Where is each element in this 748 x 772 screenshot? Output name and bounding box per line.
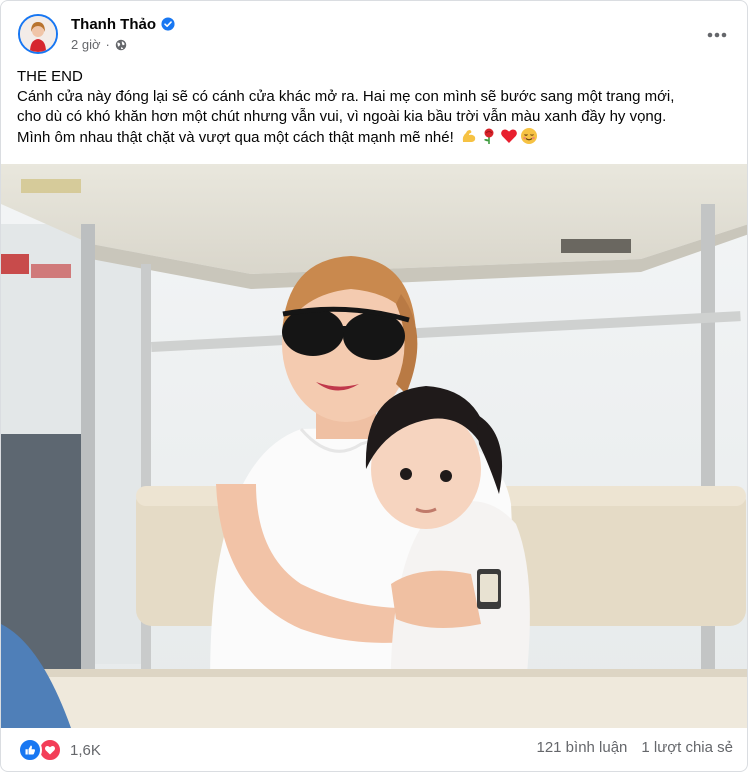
- globe-icon[interactable]: [115, 39, 127, 51]
- photo-mother-daughter: [1, 164, 747, 728]
- flexed-biceps-icon: [462, 130, 476, 142]
- facebook-post: Thanh Thảo 2 giờ · THE END Cánh cửa này …: [0, 0, 748, 772]
- more-dots-icon: [707, 32, 727, 38]
- caption-line: Cánh cửa này đóng lại sẽ có cánh cửa khá…: [17, 88, 675, 105]
- author-name-row: Thanh Thảo: [71, 14, 175, 34]
- post-meta: 2 giờ ·: [71, 37, 127, 52]
- shares-count[interactable]: 1 lượt chia sẻ: [641, 739, 733, 756]
- engagement-stats: 121 bình luận 1 lượt chia sẻ: [536, 739, 733, 756]
- post-time[interactable]: 2 giờ: [71, 37, 101, 52]
- post-photo[interactable]: [1, 164, 747, 728]
- reactions-summary[interactable]: 1,6K: [18, 738, 101, 762]
- caption-line-last: Mình ôm nhau thật chặt và vượt qua một c…: [17, 127, 737, 148]
- caption-line: cho dù có khó khăn hơn một chút nhưng vẫ…: [17, 108, 667, 125]
- author-avatar[interactable]: [18, 14, 58, 54]
- caption-title: THE END: [17, 68, 83, 85]
- avatar-image: [20, 16, 56, 52]
- caption-text: Mình ôm nhau thật chặt và vượt qua một c…: [17, 129, 454, 146]
- thumbs-up-icon: [25, 745, 35, 755]
- author-name[interactable]: Thanh Thảo: [71, 16, 156, 33]
- verified-badge-icon: [161, 17, 175, 31]
- relieved-face-icon: [520, 128, 537, 144]
- like-reaction-icon: [18, 738, 42, 762]
- rose-icon: [483, 128, 494, 144]
- heart-icon: [44, 745, 56, 755]
- post-caption: THE END Cánh cửa này đóng lại sẽ có cánh…: [17, 67, 737, 148]
- reaction-count[interactable]: 1,6K: [70, 742, 101, 759]
- meta-separator: ·: [105, 37, 110, 52]
- more-options-button[interactable]: [699, 17, 735, 53]
- post-footer: 1,6K 121 bình luận 1 lượt chia sẻ: [1, 728, 747, 771]
- comments-count[interactable]: 121 bình luận: [536, 739, 627, 756]
- red-heart-icon: [501, 129, 517, 143]
- post-header: Thanh Thảo 2 giờ ·: [1, 1, 747, 65]
